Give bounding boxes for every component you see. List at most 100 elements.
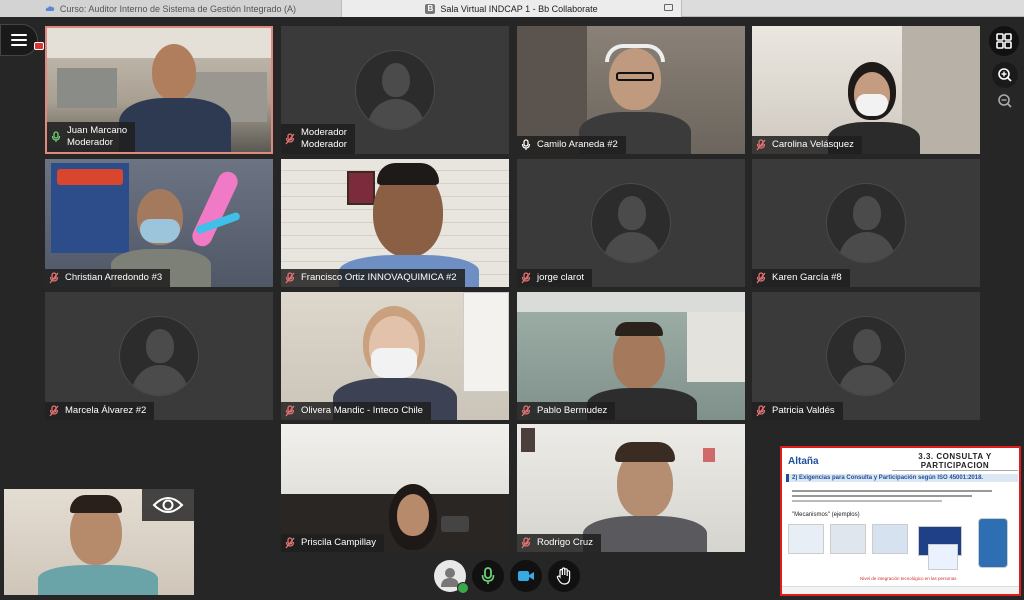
microphone-icon <box>481 567 495 584</box>
microphone-muted-icon <box>285 272 295 284</box>
grid-view-icon <box>996 33 1012 49</box>
microphone-muted-icon <box>49 272 59 284</box>
participant-tile-rodrigo-cruz[interactable]: Rodrigo Cruz <box>517 424 745 552</box>
microphone-icon <box>51 131 61 143</box>
status-check-icon <box>457 582 469 594</box>
slide-text-line <box>792 495 972 497</box>
browser-tab-label: Curso: Auditor Interno de Sistema de Ges… <box>59 3 297 14</box>
participant-video <box>281 159 509 287</box>
participant-video <box>517 424 745 552</box>
self-view-video <box>4 489 194 595</box>
eye-icon <box>152 497 184 513</box>
participant-tile-christian-arredondo[interactable]: Christian Arredondo #3 <box>45 159 273 287</box>
slide-footer: Nivel de integración tecnológico en las … <box>860 576 957 581</box>
toggle-self-view-button[interactable] <box>142 489 194 521</box>
slide-image <box>830 524 866 554</box>
slide-section-label: "Mecanismos" (ejemplos) <box>792 512 860 518</box>
slide-image <box>978 518 1008 568</box>
participant-name: Patricia Valdés <box>772 405 835 416</box>
participant-tile-pablo-bermudez[interactable]: Pablo Bermudez <box>517 292 745 420</box>
my-status-button[interactable] <box>434 560 469 594</box>
participant-role: Moderador <box>67 137 113 148</box>
participant-tile-moderador[interactable]: Moderador Moderador <box>281 26 509 154</box>
participant-name: Olivera Mandic - Inteco Chile <box>301 405 423 416</box>
participant-name: Marcela Álvarez #2 <box>65 405 147 416</box>
participant-tile-olivera-mandic[interactable]: Olivera Mandic - Inteco Chile <box>281 292 509 420</box>
participant-video <box>517 26 745 154</box>
default-avatar-icon <box>826 316 906 396</box>
microphone-toggle-button[interactable] <box>472 560 504 592</box>
participant-tile-jorge-clarot[interactable]: jorge clarot <box>517 159 745 287</box>
zoom-out-icon <box>998 94 1012 108</box>
participant-role: Moderador <box>301 139 347 150</box>
default-avatar-icon <box>355 50 435 130</box>
microphone-muted-icon <box>521 272 531 284</box>
camera-toggle-button[interactable] <box>510 560 542 592</box>
default-avatar-icon <box>591 183 671 263</box>
collaborate-menu-button[interactable] <box>0 24 38 56</box>
microphone-muted-icon <box>756 139 766 151</box>
zoom-in-icon <box>998 68 1012 82</box>
participant-nameplate: Priscila Campillay <box>281 534 384 552</box>
participant-nameplate: Carolina Velásquez <box>752 136 862 154</box>
default-avatar-icon <box>826 183 906 263</box>
participant-tile-juan-marcano[interactable]: Juan Marcano Moderador <box>45 26 273 154</box>
participant-nameplate: Marcela Álvarez #2 <box>45 402 155 420</box>
slide-subtitle: 2) Exigencias para Consulta y Participac… <box>792 475 984 481</box>
participant-tile-karen-garcia[interactable]: Karen García #8 <box>752 159 980 287</box>
slide-text-line <box>792 490 992 492</box>
participant-name: Rodrigo Cruz <box>537 537 593 548</box>
slide-title: 3.3. CONSULTA Y PARTICIPACION <box>892 452 1018 471</box>
blackboard-icon: B <box>425 3 436 14</box>
participant-name: Moderador <box>301 127 347 138</box>
raise-hand-icon <box>556 567 571 585</box>
participant-name: jorge clarot <box>537 272 584 283</box>
participant-tile-marcela-alvarez[interactable]: Marcela Álvarez #2 <box>45 292 273 420</box>
participant-video <box>281 292 509 420</box>
microphone-muted-icon <box>756 405 766 417</box>
browser-tab-course[interactable]: Curso: Auditor Interno de Sistema de Ges… <box>0 0 342 17</box>
microphone-muted-icon <box>285 133 295 145</box>
participant-name: Carolina Velásquez <box>772 139 854 150</box>
grid-view-button[interactable] <box>989 26 1019 56</box>
microphone-muted-icon <box>521 537 531 549</box>
participant-name: Christian Arredondo #3 <box>65 272 163 283</box>
participant-video <box>517 292 745 420</box>
microphone-icon <box>521 139 531 151</box>
participant-nameplate: jorge clarot <box>517 269 592 287</box>
slide-text-line <box>792 500 942 502</box>
participant-name: Priscila Campillay <box>301 537 376 548</box>
session-controls <box>434 560 580 594</box>
participant-nameplate: Patricia Valdés <box>752 402 843 420</box>
participant-nameplate: Camilo Araneda #2 <box>517 136 626 154</box>
shared-content-panel[interactable]: Altaña 3.3. CONSULTA Y PARTICIPACION 2) … <box>780 446 1021 596</box>
participant-name: Juan Marcano <box>67 125 128 136</box>
zoom-out-button[interactable] <box>992 88 1018 114</box>
participant-name: Camilo Araneda #2 <box>537 139 618 150</box>
participant-name: Karen García #8 <box>772 272 842 283</box>
participant-video <box>752 26 980 154</box>
participant-nameplate: Karen García #8 <box>752 269 850 287</box>
raise-hand-button[interactable] <box>548 560 580 592</box>
participant-name: Francisco Ortiz INNOVAQUIMICA #2 <box>301 272 457 283</box>
browser-tab-collaborate[interactable]: B Sala Virtual INDCAP 1 - Bb Collaborate <box>342 0 682 17</box>
participant-tile-camilo-araneda[interactable]: Camilo Araneda #2 <box>517 26 745 154</box>
participant-video <box>281 424 509 552</box>
microphone-muted-icon <box>285 537 295 549</box>
participant-tile-priscila-campillay[interactable]: Priscila Campillay <box>281 424 509 552</box>
participant-nameplate: Moderador Moderador <box>281 124 355 154</box>
notification-badge <box>34 42 44 50</box>
tab-camera-icon <box>664 4 673 11</box>
altana-logo: Altaña <box>788 456 819 467</box>
participant-tile-carolina-velasquez[interactable]: Carolina Velásquez <box>752 26 980 154</box>
slide-image <box>788 524 824 554</box>
participant-nameplate: Juan Marcano Moderador <box>47 122 136 152</box>
participant-name: Pablo Bermudez <box>537 405 608 416</box>
browser-tab-label: Sala Virtual INDCAP 1 - Bb Collaborate <box>440 3 598 14</box>
zoom-in-button[interactable] <box>992 62 1018 88</box>
participant-nameplate: Francisco Ortiz INNOVAQUIMICA #2 <box>281 269 465 287</box>
browser-tab-bar: Curso: Auditor Interno de Sistema de Ges… <box>0 0 1024 17</box>
participant-tile-patricia-valdes[interactable]: Patricia Valdés <box>752 292 980 420</box>
microphone-muted-icon <box>521 405 531 417</box>
participant-tile-francisco-ortiz[interactable]: Francisco Ortiz INNOVAQUIMICA #2 <box>281 159 509 287</box>
